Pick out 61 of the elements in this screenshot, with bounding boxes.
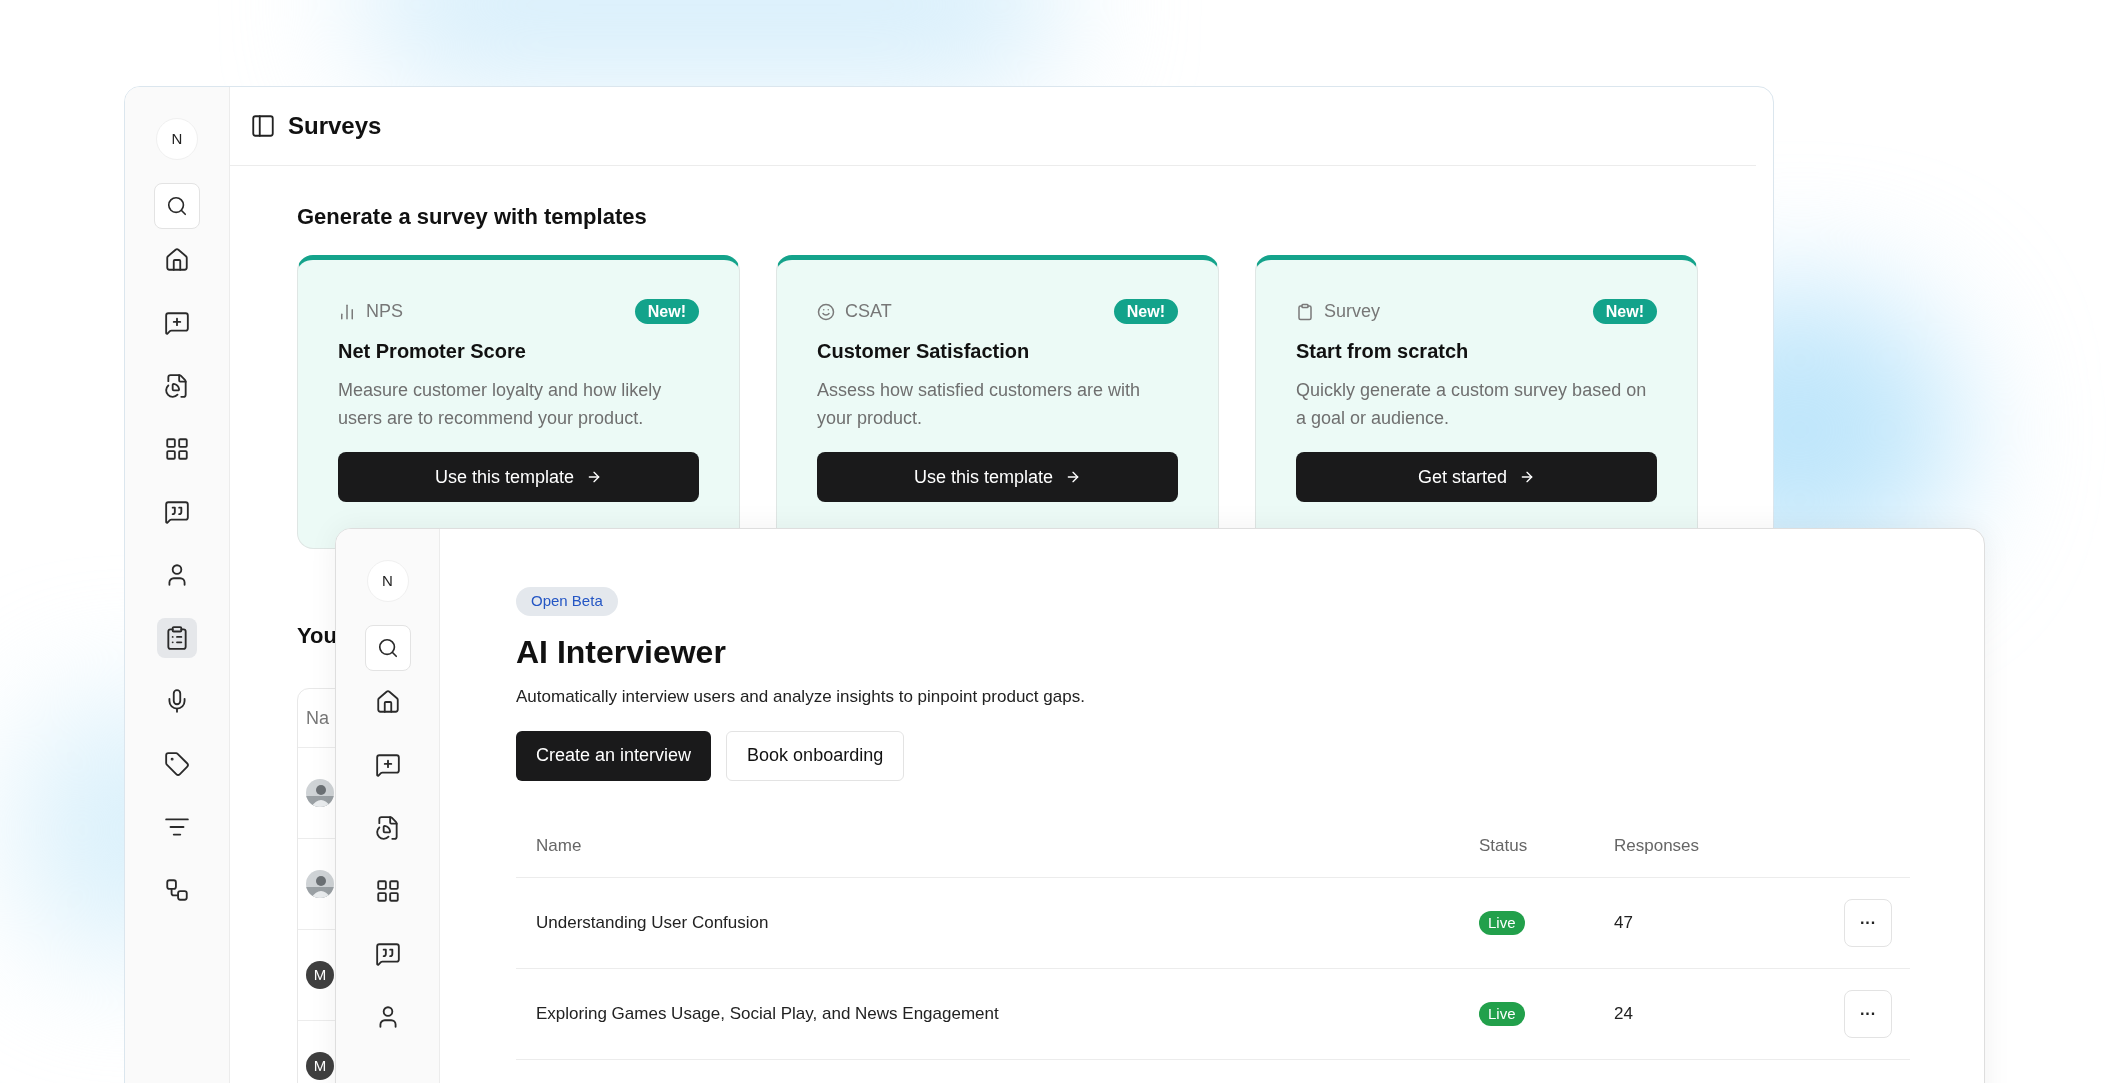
page-title: Surveys [288, 111, 382, 141]
status-pill: Live [1479, 1002, 1525, 1026]
workflow-icon [164, 877, 190, 903]
new-badge: New! [1113, 299, 1178, 324]
new-badge: New! [1592, 299, 1657, 324]
card-description: Assess how satisfied customers are with your product. [817, 379, 1142, 430]
card-title: Net Promoter Score [338, 339, 527, 364]
message-plus-icon [164, 310, 190, 336]
avatar: M [306, 1052, 334, 1080]
table-cell-text: Exploring Games Usage, Social Play, and News Engagement [535, 1002, 1000, 1025]
section-heading: You [297, 622, 337, 650]
card-title: Start from scratch [1296, 339, 1470, 364]
more-button[interactable]: ··· [1844, 989, 1892, 1038]
card-category: CSAT [845, 300, 892, 323]
card-button[interactable]: Get started [1296, 452, 1657, 502]
search-icon [376, 637, 399, 659]
page-title: AI Interviewer [516, 633, 727, 672]
search-button[interactable] [154, 183, 200, 229]
clipboard-icon [1296, 302, 1314, 321]
message-plus-icon [374, 752, 401, 778]
grid-icon [374, 878, 401, 904]
bar-chart-icon [338, 302, 356, 321]
grid-icon [164, 436, 190, 462]
file-chart-icon [374, 815, 401, 841]
new-badge: New! [634, 299, 699, 324]
card-description: Measure customer loyalty and how likely users are to recommend your product. [338, 379, 663, 430]
column-header: Na [306, 706, 329, 730]
table-cell-text: 24 [1614, 1002, 1634, 1025]
avatar[interactable]: N [366, 560, 409, 602]
more-button[interactable]: ··· [1844, 898, 1892, 947]
tag-icon [164, 751, 190, 777]
search-button[interactable] [364, 625, 411, 671]
section-heading: Generate a survey with templates [297, 203, 648, 231]
beta-badge: Open Beta [516, 587, 618, 616]
clipboard-icon [164, 625, 190, 651]
card-title: Customer Satisfaction [817, 339, 1031, 364]
avatar: M [306, 961, 334, 989]
card-button[interactable]: Use this template [338, 452, 699, 502]
card-category: NPS [366, 300, 403, 323]
column-header: Responses [1614, 834, 1700, 857]
page-description: Automatically interview users and analyze insights to pinpoint product gaps. [516, 686, 1086, 708]
column-header: Name [535, 834, 583, 857]
table-cell-text: 47 [1614, 911, 1634, 934]
table-cell-text: Understanding User Confusion [535, 911, 770, 934]
sidebar-toggle-icon [250, 113, 276, 139]
quote-message-icon [164, 499, 190, 525]
create-button[interactable]: Create an interview [516, 730, 712, 781]
avatar[interactable]: N [156, 118, 198, 160]
file-chart-icon [164, 373, 190, 399]
status-pill: Live [1479, 911, 1525, 935]
card-button[interactable]: Use this template [817, 452, 1178, 502]
search-icon [166, 195, 188, 217]
quote-message-icon [374, 941, 401, 967]
home-icon [374, 689, 401, 715]
column-header: Status [1479, 834, 1529, 857]
card-description: Quickly generate a custom survey based on a goal or audience. [1296, 379, 1648, 430]
sidebar-item[interactable] [157, 618, 197, 658]
onboarding-button[interactable]: Book onboarding [726, 730, 905, 781]
home-icon [164, 247, 190, 273]
card-category: Survey [1324, 300, 1381, 323]
smiley-icon [817, 302, 835, 321]
